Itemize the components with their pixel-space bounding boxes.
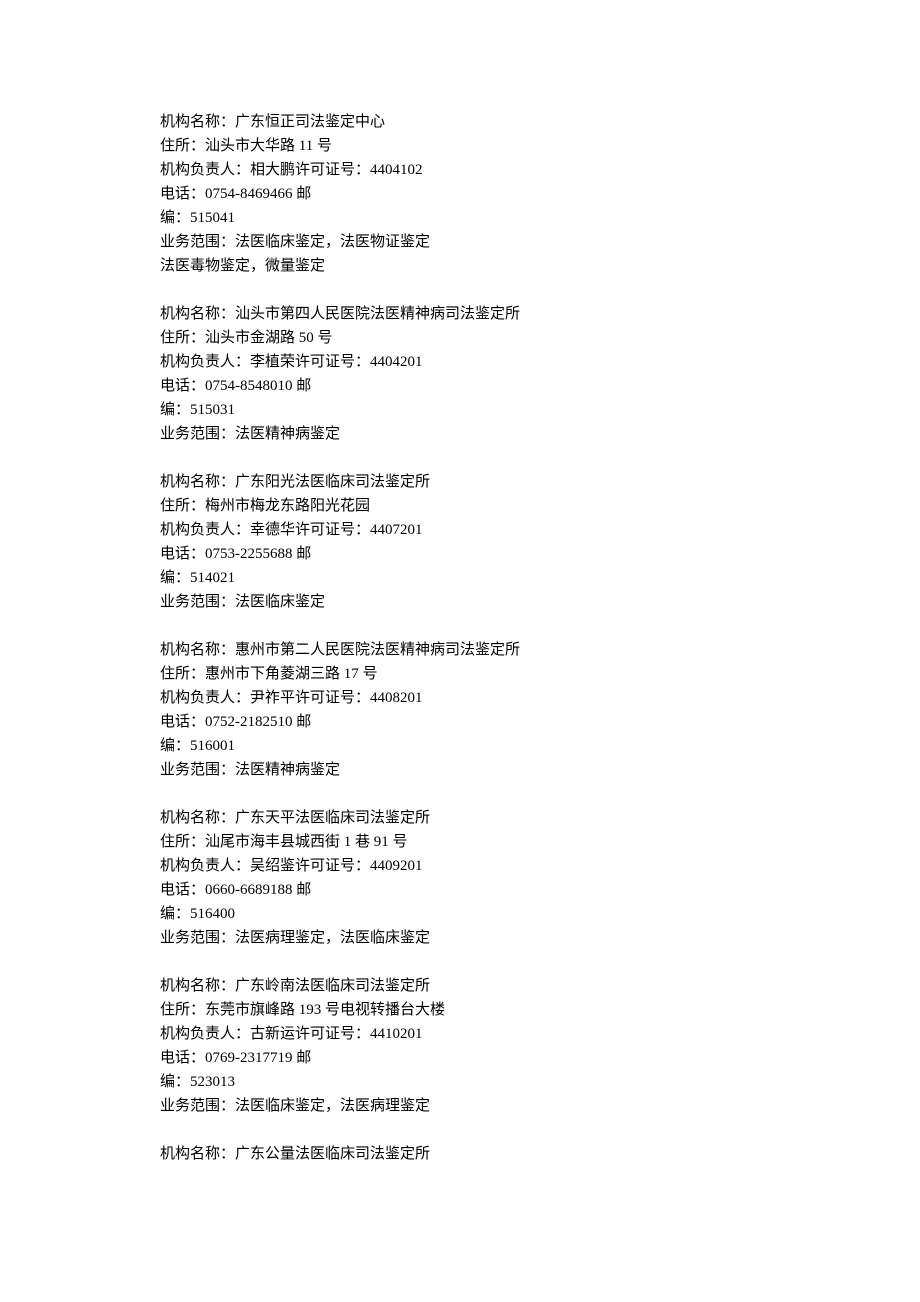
postcode-line: 编：514021	[160, 566, 760, 590]
phone-line: 电话：0754-8548010 邮	[160, 374, 760, 398]
manager-permit-line: 机构负责人：尹祚平许可证号：4408201	[160, 686, 760, 710]
phone-line: 电话：0660-6689188 邮	[160, 878, 760, 902]
manager-permit-line: 机构负责人：李植荣许可证号：4404201	[160, 350, 760, 374]
scope-line: 法医毒物鉴定，微量鉴定	[160, 254, 760, 278]
phone-line: 电话：0753-2255688 邮	[160, 542, 760, 566]
address-line: 住所：东莞市旗峰路 193 号电视转播台大楼	[160, 998, 760, 1022]
scope-line: 业务范围：法医临床鉴定，法医病理鉴定	[160, 1094, 760, 1118]
postcode-line: 编：516400	[160, 902, 760, 926]
org-name-line: 机构名称：广东公量法医临床司法鉴定所	[160, 1142, 760, 1166]
address-line: 住所：汕头市金湖路 50 号	[160, 326, 760, 350]
org-entry: 机构名称：广东公量法医临床司法鉴定所	[160, 1142, 760, 1166]
postcode-line: 编：515031	[160, 398, 760, 422]
postcode-line: 编：516001	[160, 734, 760, 758]
phone-line: 电话：0752-2182510 邮	[160, 710, 760, 734]
scope-line: 业务范围：法医病理鉴定，法医临床鉴定	[160, 926, 760, 950]
scope-line: 业务范围：法医临床鉴定，法医物证鉴定	[160, 230, 760, 254]
address-line: 住所：惠州市下角菱湖三路 17 号	[160, 662, 760, 686]
org-entry: 机构名称：广东阳光法医临床司法鉴定所住所：梅州市梅龙东路阳光花园机构负责人：幸德…	[160, 470, 760, 614]
scope-line: 业务范围：法医精神病鉴定	[160, 758, 760, 782]
postcode-line: 编：515041	[160, 206, 760, 230]
scope-line: 业务范围：法医临床鉴定	[160, 590, 760, 614]
org-entry: 机构名称：汕头市第四人民医院法医精神病司法鉴定所住所：汕头市金湖路 50 号机构…	[160, 302, 760, 446]
postcode-line: 编：523013	[160, 1070, 760, 1094]
org-name-line: 机构名称：广东恒正司法鉴定中心	[160, 110, 760, 134]
scope-line: 业务范围：法医精神病鉴定	[160, 422, 760, 446]
org-name-line: 机构名称：广东阳光法医临床司法鉴定所	[160, 470, 760, 494]
org-name-line: 机构名称：惠州市第二人民医院法医精神病司法鉴定所	[160, 638, 760, 662]
org-entry: 机构名称：惠州市第二人民医院法医精神病司法鉴定所住所：惠州市下角菱湖三路 17 …	[160, 638, 760, 782]
address-line: 住所：汕头市大华路 11 号	[160, 134, 760, 158]
org-entry: 机构名称：广东岭南法医临床司法鉴定所住所：东莞市旗峰路 193 号电视转播台大楼…	[160, 974, 760, 1118]
org-name-line: 机构名称：广东岭南法医临床司法鉴定所	[160, 974, 760, 998]
document-body: 机构名称：广东恒正司法鉴定中心住所：汕头市大华路 11 号机构负责人：相大鹏许可…	[160, 110, 760, 1166]
address-line: 住所：汕尾市海丰县城西街 1 巷 91 号	[160, 830, 760, 854]
org-name-line: 机构名称：广东天平法医临床司法鉴定所	[160, 806, 760, 830]
org-entry: 机构名称：广东恒正司法鉴定中心住所：汕头市大华路 11 号机构负责人：相大鹏许可…	[160, 110, 760, 278]
manager-permit-line: 机构负责人：吴绍鉴许可证号：4409201	[160, 854, 760, 878]
manager-permit-line: 机构负责人：古新运许可证号：4410201	[160, 1022, 760, 1046]
manager-permit-line: 机构负责人：相大鹏许可证号：4404102	[160, 158, 760, 182]
phone-line: 电话：0754-8469466 邮	[160, 182, 760, 206]
address-line: 住所：梅州市梅龙东路阳光花园	[160, 494, 760, 518]
phone-line: 电话：0769-2317719 邮	[160, 1046, 760, 1070]
org-entry: 机构名称：广东天平法医临床司法鉴定所住所：汕尾市海丰县城西街 1 巷 91 号机…	[160, 806, 760, 950]
org-name-line: 机构名称：汕头市第四人民医院法医精神病司法鉴定所	[160, 302, 760, 326]
manager-permit-line: 机构负责人：幸德华许可证号：4407201	[160, 518, 760, 542]
